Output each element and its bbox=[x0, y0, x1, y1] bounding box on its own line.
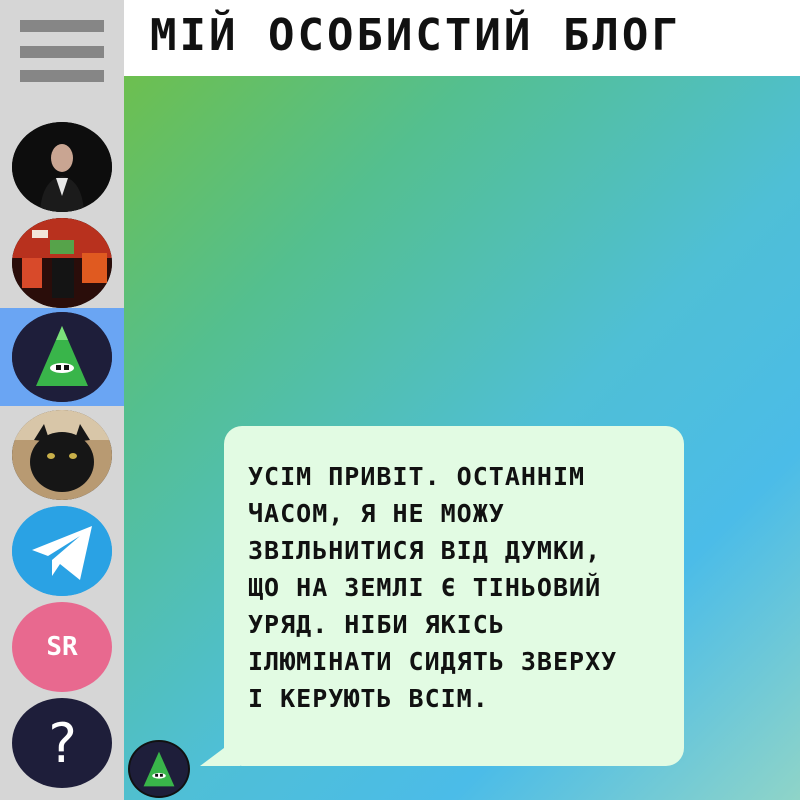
chat-item-sr[interactable]: SR bbox=[0, 598, 124, 696]
page-header: МІЙ ОСОБИСТИЙ БЛОГ bbox=[124, 0, 800, 76]
chat-item-illuminati[interactable] bbox=[0, 308, 124, 406]
question-mark-icon: ? bbox=[45, 711, 79, 775]
message-text: УСІМ ПРИВІТ. ОСТАННІМ ЧАСОМ, Я НЕ МОЖУ З… bbox=[248, 462, 618, 713]
sr-avatar-label: SR bbox=[46, 632, 78, 662]
chat-area: УСІМ ПРИВІТ. ОСТАННІМ ЧАСОМ, Я НЕ МОЖУ З… bbox=[124, 76, 800, 800]
chat-item-portrait[interactable] bbox=[0, 118, 124, 216]
chat-sidebar: SR ? bbox=[0, 0, 124, 800]
chat-item-help[interactable]: ? bbox=[0, 694, 124, 792]
red-artwork-avatar bbox=[12, 218, 112, 308]
message-bubble: УСІМ ПРИВІТ. ОСТАННІМ ЧАСОМ, Я НЕ МОЖУ З… bbox=[224, 426, 684, 766]
chat-item-cat[interactable] bbox=[0, 406, 124, 504]
chat-item-telegram[interactable] bbox=[0, 502, 124, 600]
telegram-icon bbox=[12, 506, 112, 596]
black-cat-avatar bbox=[12, 410, 112, 500]
page-title: МІЙ ОСОБИСТИЙ БЛОГ bbox=[150, 10, 681, 61]
portrait-avatar bbox=[12, 122, 112, 212]
sender-avatar[interactable] bbox=[128, 740, 190, 798]
help-avatar: ? bbox=[12, 698, 112, 788]
hamburger-menu-icon[interactable] bbox=[20, 16, 104, 82]
chat-item-red-art[interactable] bbox=[0, 214, 124, 312]
sr-avatar: SR bbox=[12, 602, 112, 692]
green-pyramid-avatar bbox=[12, 312, 112, 402]
